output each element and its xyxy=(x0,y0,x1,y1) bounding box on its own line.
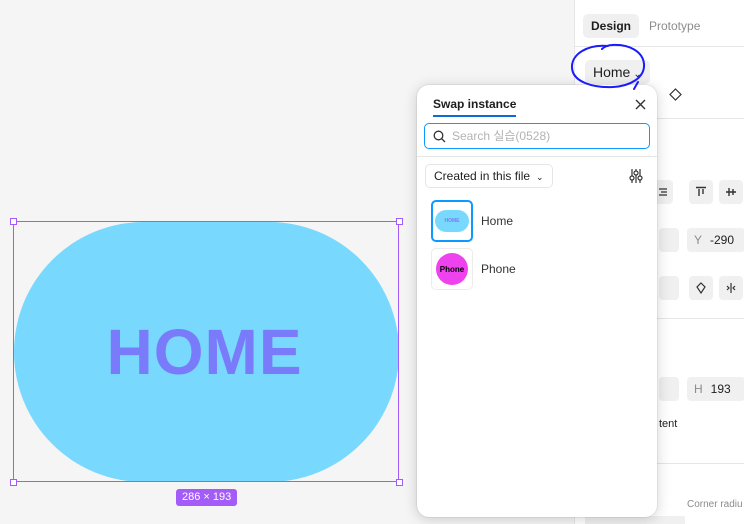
y-field[interactable]: Y -290 xyxy=(687,228,744,252)
h-value: 193 xyxy=(710,382,731,396)
align-top-icon[interactable] xyxy=(689,180,713,204)
resize-handle-top-right[interactable] xyxy=(396,218,403,225)
flip-horizontal-icon[interactable] xyxy=(719,276,743,300)
title-underline xyxy=(433,115,516,117)
clip-content-label: tent xyxy=(659,418,678,430)
corner-radius-label: Corner radiu xyxy=(687,499,743,510)
thumbnail-text: Phone xyxy=(439,264,465,274)
divider xyxy=(417,156,657,157)
search-input[interactable] xyxy=(452,129,642,143)
rotate-icon[interactable] xyxy=(689,276,713,300)
search-box[interactable] xyxy=(424,123,650,149)
swap-instance-popover: Swap instance Created in this file ⌄ HOME… xyxy=(417,85,657,517)
search-icon xyxy=(433,130,446,142)
annotation-circle xyxy=(570,43,646,90)
component-item-home[interactable]: HOME Home xyxy=(431,199,641,243)
rotation-field[interactable] xyxy=(659,276,679,300)
width-field[interactable] xyxy=(659,377,679,401)
h-label: H xyxy=(694,382,703,396)
close-icon[interactable] xyxy=(633,97,647,111)
tab-design[interactable]: Design xyxy=(583,14,640,38)
tab-prototype[interactable]: Prototype xyxy=(649,14,700,38)
component-name: Phone xyxy=(481,262,516,276)
y-label: Y xyxy=(694,233,703,247)
library-select-label: Created in this file xyxy=(434,169,531,183)
selection-outline xyxy=(13,221,399,482)
component-thumbnail: HOME xyxy=(431,200,473,242)
component-diamond-icon[interactable] xyxy=(669,88,682,101)
component-thumbnail: Phone xyxy=(431,248,473,290)
resize-handle-bottom-left[interactable] xyxy=(10,479,17,486)
filter-settings-icon[interactable] xyxy=(627,167,645,185)
resize-handle-top-left[interactable] xyxy=(10,218,17,225)
x-field[interactable] xyxy=(659,228,679,252)
dimensions-badge: 286 × 193 xyxy=(176,489,238,506)
popover-title: Swap instance xyxy=(433,97,517,111)
appearance-field[interactable] xyxy=(585,516,685,524)
y-value: -290 xyxy=(710,233,735,247)
phone-thumbnail-shape: Phone xyxy=(436,253,468,285)
home-thumbnail-shape: HOME xyxy=(435,210,469,232)
height-field[interactable]: H 193 xyxy=(687,377,744,401)
thumbnail-text: HOME xyxy=(444,218,460,224)
library-select[interactable]: Created in this file ⌄ xyxy=(425,164,553,188)
chevron-down-icon: ⌄ xyxy=(536,172,544,182)
align-vertical-center-icon[interactable] xyxy=(719,180,743,204)
resize-handle-bottom-right[interactable] xyxy=(396,479,403,486)
component-item-phone[interactable]: Phone Phone xyxy=(431,247,641,291)
component-name: Home xyxy=(481,214,514,228)
